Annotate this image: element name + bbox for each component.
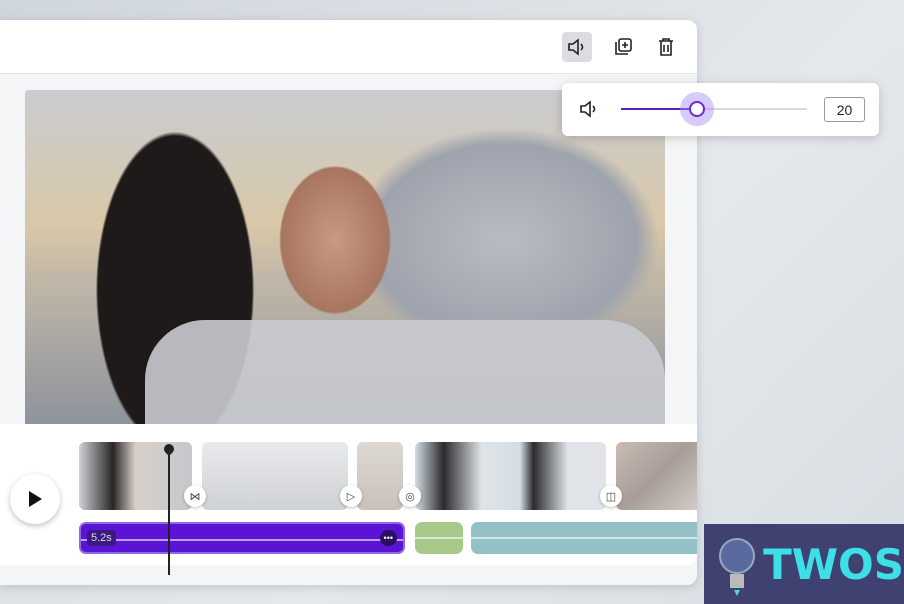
- circle-icon: ◎: [405, 490, 415, 503]
- transition-button[interactable]: ▷: [340, 485, 362, 507]
- bowtie-icon: ⋈: [189, 490, 201, 503]
- audio-clip[interactable]: [415, 522, 463, 554]
- more-options-button[interactable]: •••: [379, 530, 397, 546]
- split-icon: ◫: [605, 490, 617, 503]
- volume-value-input[interactable]: 20: [824, 97, 865, 122]
- transition-button[interactable]: ◎: [399, 485, 421, 507]
- audio-clip[interactable]: [471, 522, 697, 554]
- duplicate-icon: [615, 38, 632, 55]
- playhead[interactable]: [168, 448, 170, 575]
- delete-button[interactable]: [651, 32, 681, 62]
- volume-button[interactable]: [562, 32, 592, 62]
- transition-button[interactable]: ⋈: [184, 485, 206, 507]
- duplicate-button[interactable]: [608, 32, 638, 62]
- lightbulb-icon: [719, 538, 755, 596]
- slide-icon: ▷: [346, 490, 356, 503]
- volume-slider[interactable]: [621, 92, 807, 126]
- video-clip[interactable]: [202, 442, 348, 510]
- video-clip[interactable]: [357, 442, 403, 510]
- toolbar: [0, 20, 697, 74]
- video-preview[interactable]: [25, 90, 665, 428]
- video-clip[interactable]: [79, 442, 192, 510]
- speaker-icon: [580, 100, 596, 118]
- watermark-logo: TWOS: [704, 524, 904, 604]
- play-icon: [29, 491, 42, 507]
- audio-duration: 5.2s: [87, 530, 116, 546]
- video-clip[interactable]: [415, 442, 606, 510]
- play-button[interactable]: [10, 474, 60, 524]
- audio-clip-selected[interactable]: 5.2s •••: [79, 522, 405, 554]
- video-clip[interactable]: [616, 442, 697, 510]
- trash-icon: [659, 38, 673, 56]
- speaker-icon: [568, 38, 584, 56]
- watermark-text: TWOS: [763, 539, 904, 589]
- volume-popup: 20: [562, 83, 879, 136]
- volume-slider-thumb[interactable]: [680, 92, 715, 126]
- transition-button[interactable]: ◫: [600, 485, 622, 507]
